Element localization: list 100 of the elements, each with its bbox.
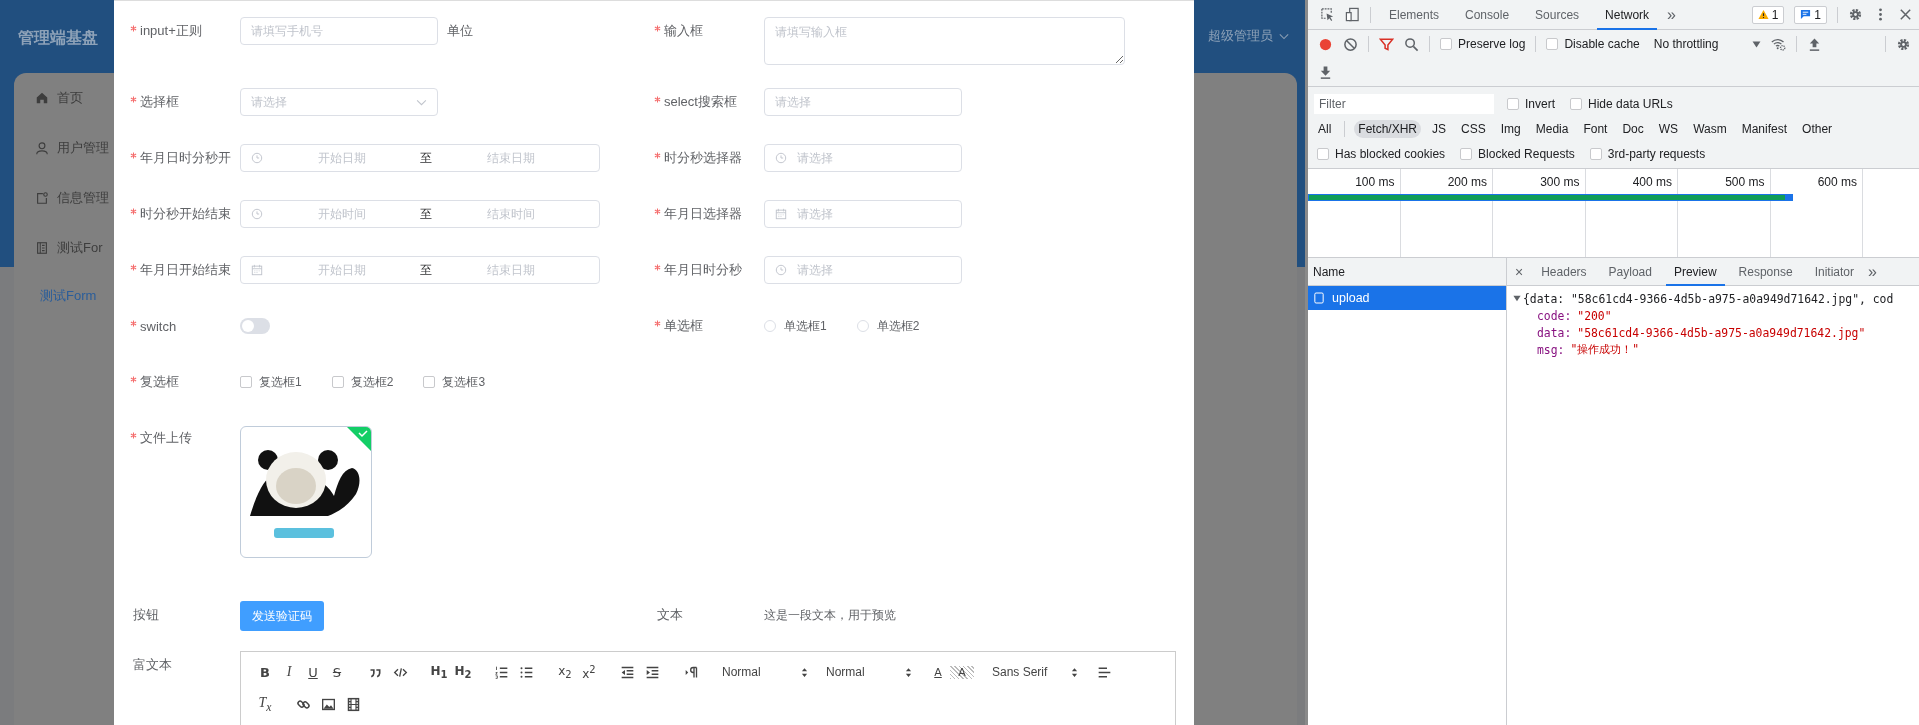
bullet-list-icon[interactable] [519,664,534,680]
clear-icon[interactable] [1343,36,1358,52]
type-filter[interactable]: CSS [1457,119,1490,138]
text-value: 这是一段文本，用于预览 [764,608,896,622]
expand-triangle-icon[interactable] [1513,295,1521,302]
download-icon[interactable] [1318,64,1333,80]
checkbox[interactable] [423,376,436,388]
field-label: 输入框 [664,22,703,40]
field-label: 时分秒开始结束 [140,205,231,223]
format-picker[interactable]: Normal [722,665,808,679]
type-filter[interactable]: Wasm [1689,119,1731,138]
time-tick: 100 ms [1355,175,1395,189]
column-header[interactable]: Name [1313,264,1345,279]
checkbox[interactable] [1460,147,1473,160]
json-value: "200" [1577,308,1612,323]
format-button[interactable]: x$^{2}$ [577,663,601,681]
format-button[interactable]: A [926,665,950,679]
message-icon [1800,9,1812,20]
picker-label: Normal [826,665,865,679]
filter-field[interactable]: Filter [1314,93,1494,114]
indent-icon[interactable] [645,664,660,680]
text-field[interactable]: 请填写手机号 [240,17,438,45]
checkbox-label: Invert [1525,96,1555,111]
checkbox[interactable] [1317,147,1329,160]
type-filter[interactable]: Doc [1618,119,1648,138]
device-icon[interactable] [1345,7,1360,22]
type-filter[interactable]: Other [1798,119,1837,138]
time-tick: 500 ms [1725,175,1765,189]
rich-text-editor[interactable]: B I U S H$_{1}$ H$_{2}$ x$_{2}$ x$^{2}$ Normal Normal A A Sans Serif T$_{x}$ [240,651,1176,725]
warning-badge[interactable]: 1 [1751,5,1785,24]
field-label: select搜索框 [664,93,737,111]
panel-tab[interactable]: Sources [1527,0,1588,30]
format-button[interactable]: T$_{x}$ [253,694,277,714]
format-button[interactable]: U [301,664,325,680]
clock-icon [251,208,263,220]
throttling-dropdown[interactable]: No throttling [1653,37,1719,51]
request-row[interactable]: upload [1308,286,1506,310]
format-picker[interactable]: Sans Serif [992,665,1078,679]
detail-tab[interactable]: Initiator [1806,258,1862,286]
format-button[interactable]: x$_{2}$ [553,663,577,681]
close-icon[interactable] [1898,7,1913,22]
message-badge[interactable]: 1 [1794,5,1827,24]
format-button[interactable]: S [325,664,349,680]
detail-tab[interactable]: Headers [1533,258,1595,286]
format-button[interactable]: B [253,664,277,680]
close-button[interactable]: × [1515,263,1524,280]
clock-icon [775,264,787,276]
text-field[interactable]: 请选择 [764,88,962,116]
inspect-icon[interactable] [1320,7,1335,22]
type-filter[interactable]: Img [1496,119,1525,138]
date-range-field[interactable]: 开始日期 至 结束日期 [240,144,600,172]
format-button[interactable]: A [950,665,974,679]
panel-tab[interactable]: Console [1457,0,1518,30]
video-icon[interactable] [346,696,361,712]
panel-tab[interactable]: Elements [1381,0,1448,30]
dropdown-arrow-icon[interactable] [1752,40,1762,48]
json-value: "操作成功！" [1570,342,1640,357]
outdent-icon[interactable] [620,664,635,680]
format-picker[interactable]: Normal [826,665,912,679]
type-filter[interactable]: Font [1579,119,1612,138]
checkbox[interactable] [1546,38,1559,50]
checkbox-label: Disable cache [1564,37,1640,51]
format-button[interactable]: H$_{2}$ [451,663,475,681]
more-tabs-button[interactable]: » [1667,5,1676,24]
detail-tab[interactable]: Response [1730,258,1801,286]
checkbox[interactable] [1570,97,1582,110]
numbered-list-icon[interactable] [494,664,509,680]
date-range-field[interactable]: 开始时间 至 结束时间 [240,200,600,228]
checkbox-label: 复选框2 [350,373,394,391]
checkbox[interactable] [1440,38,1452,50]
checkbox[interactable] [1589,147,1602,160]
toggle-switch[interactable] [240,318,270,334]
up-down-arrows-icon [801,666,808,678]
date-range-field[interactable]: 开始日期 至 结束日期 [240,256,600,284]
record-icon[interactable] [1318,36,1333,52]
checkbox[interactable] [331,376,344,388]
filter-icon[interactable] [1379,36,1394,52]
type-filter[interactable]: Manifest [1737,119,1792,138]
type-filter[interactable]: Media [1531,119,1573,138]
type-filter[interactable]: JS [1428,119,1451,138]
image-icon[interactable] [321,696,336,712]
type-filter[interactable]: Fetch/XHR [1354,119,1422,138]
type-filter[interactable]: All [1314,119,1336,138]
text-area[interactable]: 请填写输入框 [764,17,1125,65]
checkbox[interactable] [1507,97,1519,110]
format-button[interactable]: H$_{1}$ [427,663,451,681]
settings-icon[interactable] [1896,36,1911,52]
format-button[interactable]: I [277,664,301,680]
settings-icon[interactable] [1848,7,1863,22]
checkbox[interactable] [240,376,252,388]
type-filter[interactable]: WS [1654,119,1683,138]
detail-tab[interactable]: Payload [1600,258,1660,286]
detail-tab[interactable]: Preview [1665,258,1725,286]
field-label: 选择框 [140,93,179,111]
checkbox-label: 复选框3 [442,373,486,391]
network-conditions-icon[interactable] [1771,36,1787,52]
more-tabs-button[interactable]: » [1868,262,1877,281]
search-icon[interactable] [1404,36,1419,52]
text-direction-icon[interactable] [684,664,699,680]
field-label: 复选框 [140,373,179,391]
